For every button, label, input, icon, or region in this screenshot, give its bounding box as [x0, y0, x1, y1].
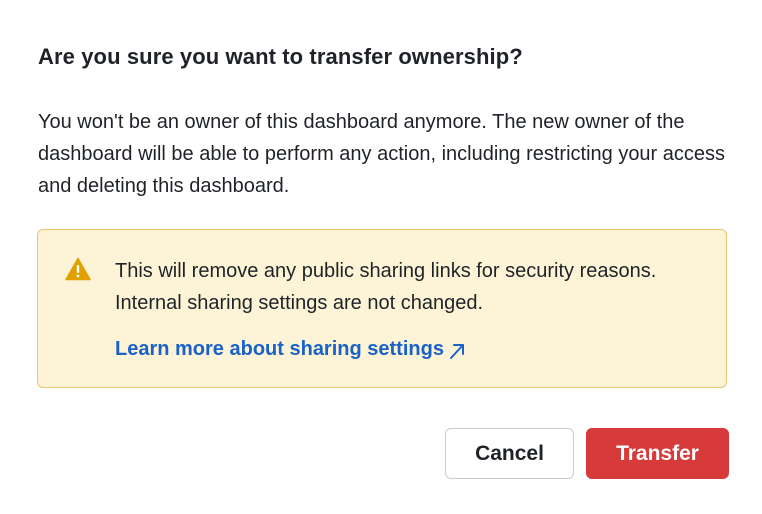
sharing-settings-link[interactable]: Learn more about sharing settings: [115, 335, 466, 363]
warning-callout: This will remove any public sharing link…: [37, 229, 727, 388]
dialog-title: Are you sure you want to transfer owners…: [38, 44, 523, 69]
transfer-ownership-dialog: Are you sure you want to transfer owners…: [0, 0, 762, 514]
dialog-body-text: You won't be an owner of this dashboard …: [38, 111, 726, 197]
external-link-arrow-icon: [448, 340, 466, 359]
warning-triangle-icon: [65, 257, 91, 281]
cancel-button[interactable]: Cancel: [445, 428, 574, 479]
transfer-button[interactable]: Transfer: [586, 428, 729, 479]
warning-text: This will remove any public sharing link…: [115, 260, 657, 314]
sharing-settings-link-label: Learn more about sharing settings: [115, 338, 444, 360]
